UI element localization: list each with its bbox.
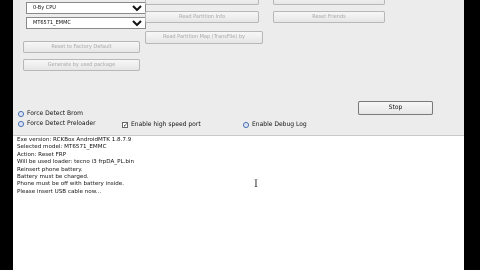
generate-by-used-package-button[interactable]: Generate by used package bbox=[23, 59, 140, 71]
log-line: Please insert USB cable now... bbox=[17, 188, 102, 195]
read-partition-info-button[interactable]: Read Partition Info bbox=[145, 11, 259, 23]
reset-factory-default-button[interactable]: Reset to Factory Default bbox=[23, 41, 140, 53]
text-cursor-icon: I bbox=[254, 179, 258, 190]
log-line: Reinsert phone battery. bbox=[17, 166, 83, 173]
force-detect-preloader-radio[interactable] bbox=[18, 120, 24, 127]
stop-button[interactable]: Stop bbox=[358, 101, 433, 115]
log-output: Exe version: RCKBox AndroidMTK 1.8.7.9 S… bbox=[13, 135, 464, 270]
log-line: Phone must be off with battery inside. bbox=[17, 181, 124, 188]
app-window: 0-By CPU MT6571_EMMC Reset to Factory De… bbox=[13, 0, 464, 270]
top-middle-button[interactable] bbox=[145, 0, 259, 5]
force-detect-preloader-label: Force Detect Preloader bbox=[27, 120, 96, 127]
force-detect-brom-label: Force Detect Brom bbox=[27, 110, 84, 117]
debug-log-radio[interactable] bbox=[243, 121, 249, 128]
log-line: Selected model: MT6571_EMMC bbox=[17, 144, 107, 151]
high-speed-port-option[interactable]: ✓ Enable high speed port bbox=[122, 121, 201, 129]
high-speed-port-checkbox[interactable]: ✓ bbox=[122, 121, 128, 128]
debug-log-option[interactable]: Enable Debug Log bbox=[243, 121, 307, 129]
cpu-select[interactable]: 0-By CPU bbox=[26, 2, 146, 14]
log-line: Exe version: RCKBox AndroidMTK 1.8.7.9 bbox=[17, 137, 132, 143]
high-speed-port-label: Enable high speed port bbox=[131, 121, 201, 128]
log-line: Action: Reset FRP bbox=[17, 151, 67, 158]
force-detect-brom-option[interactable]: Force Detect Brom bbox=[18, 110, 83, 118]
model-select[interactable]: MT6571_EMMC bbox=[26, 17, 146, 29]
reset-friends-button[interactable]: Reset Friends bbox=[273, 11, 385, 23]
log-line: Battery must be charged. bbox=[17, 174, 89, 181]
read-partition-map-button[interactable]: Read Partition Map (TransFile) by bbox=[145, 31, 263, 44]
top-right-button[interactable] bbox=[273, 0, 385, 5]
force-detect-preloader-option[interactable]: Force Detect Preloader bbox=[18, 120, 96, 128]
debug-log-label: Enable Debug Log bbox=[252, 121, 307, 128]
log-line: Will be used loader: tecno i3 frpDA_PL.b… bbox=[17, 159, 135, 166]
force-detect-brom-radio[interactable] bbox=[18, 110, 24, 117]
